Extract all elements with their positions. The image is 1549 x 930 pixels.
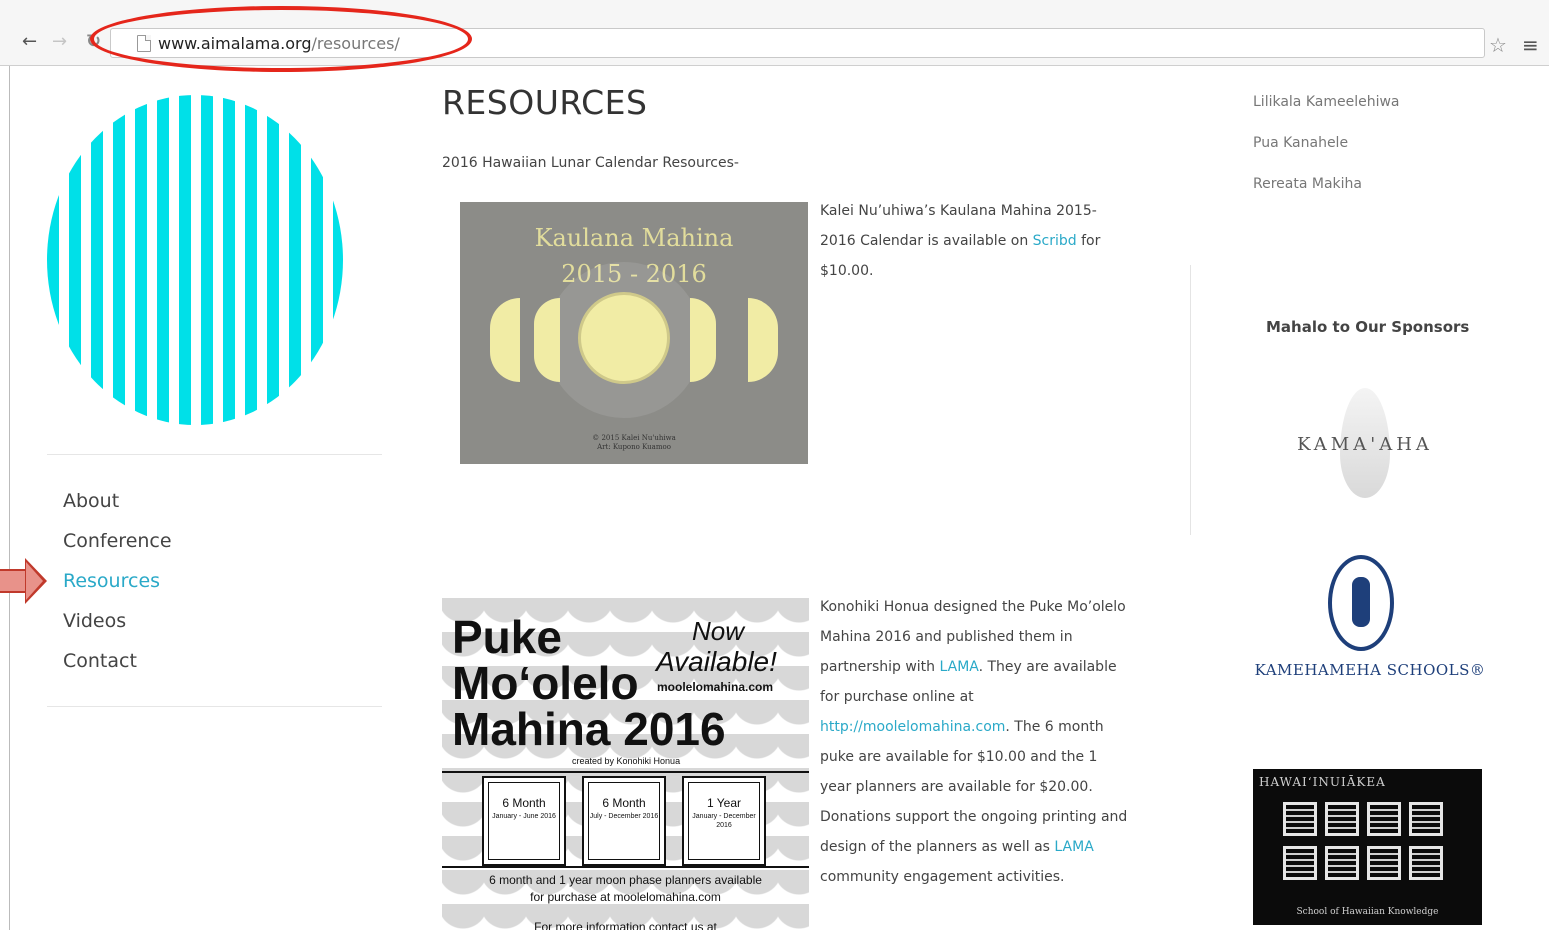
- puke-note: 6 month and 1 year moon phase planners a…: [442, 872, 809, 906]
- puke-available-label: Available!: [656, 646, 777, 677]
- puke-site-label: moolelomahina.com: [657, 680, 774, 694]
- note-line: 6 month and 1 year moon phase planners a…: [489, 873, 762, 887]
- person-link[interactable]: Lilikala Kameelehiwa: [1253, 90, 1400, 131]
- sponsor-logo-kamehameha[interactable]: KAMEHAMEHA SCHOOLS®: [1250, 555, 1490, 685]
- sidebar-divider: [47, 706, 382, 707]
- sponsor-logo-hawaiinuiakea[interactable]: HAWAIʻINUIĀKEA School of Hawaiian Knowle…: [1253, 769, 1482, 925]
- nav-label: Videos: [63, 610, 127, 632]
- nav-item-conference[interactable]: Conference: [63, 527, 172, 567]
- calendar-cover-image[interactable]: Kaulana Mahina 2015 - 2016 © 2015 Kalei …: [460, 202, 808, 464]
- moolelomahina-link[interactable]: http://moolelomahina.com: [820, 719, 1005, 735]
- desc-text: . The 6 month puke are available for $10…: [820, 719, 1128, 855]
- section-subtitle: 2016 Hawaiian Lunar Calendar Resources-: [442, 155, 739, 171]
- person-link[interactable]: Rereata Makiha: [1253, 172, 1400, 213]
- moon-crescent-icon: [534, 298, 560, 382]
- nav-item-contact[interactable]: Contact: [63, 647, 172, 687]
- url-highlight-annotation: [90, 6, 472, 72]
- sponsor-name: KAMEHAMEHA SCHOOLS®: [1254, 661, 1486, 679]
- sponsor-name: KAMA'AHA: [1297, 434, 1433, 455]
- sponsor-logo-kamaaha[interactable]: KAMA'AHA: [1290, 388, 1440, 503]
- puke-title-line: Mahina 2016: [452, 703, 726, 755]
- star-icon[interactable]: ☆: [1489, 33, 1507, 57]
- people-list: Lilikala Kameelehiwa Pua Kanahele Rereat…: [1253, 90, 1400, 213]
- divider: [442, 866, 809, 868]
- puke-info: For more information contact us at: [534, 920, 717, 930]
- moon-crescent-icon: [748, 298, 778, 382]
- puke-description: Konohiki Honua designed the Puke Mo’olel…: [820, 592, 1130, 892]
- nav-label: Resources: [63, 570, 161, 592]
- hamburger-menu-icon[interactable]: ≡: [1522, 33, 1539, 57]
- pattern-icon: [1279, 799, 1459, 887]
- puke-now-label: Now: [692, 616, 745, 646]
- moon-crescent-icon: [690, 298, 716, 382]
- scribd-link[interactable]: Scribd: [1033, 233, 1077, 249]
- pointer-arrow-annotation: [0, 558, 47, 604]
- puke-credit: created by Konohiki Honua: [572, 756, 681, 766]
- forward-arrow-icon[interactable]: →: [52, 32, 67, 52]
- nav-item-videos[interactable]: Videos: [63, 607, 172, 647]
- sidebar-divider: [47, 454, 382, 455]
- calendar-image-title: Kaulana Mahina: [534, 224, 734, 252]
- sponsors-heading: Mahalo to Our Sponsors: [1266, 318, 1470, 336]
- sponsor-name: HAWAIʻINUIĀKEA: [1259, 775, 1386, 789]
- nav-label: About: [63, 490, 120, 512]
- credit-line: © 2015 Kalei Nu'uhiwa: [592, 434, 676, 442]
- desc-text: community engagement activities.: [820, 869, 1065, 885]
- credit-line: Art: Kupono Kuamoo: [597, 443, 671, 451]
- page-title: RESOURCES: [442, 83, 648, 122]
- person-link[interactable]: Pua Kanahele: [1253, 131, 1400, 172]
- calendar-image-credit: © 2015 Kalei Nu'uhiwa Art: Kupono Kuamoo: [460, 434, 808, 452]
- full-moon-icon: [578, 292, 670, 384]
- puke-title-line: Mo‘olelo: [452, 657, 639, 709]
- sponsor-subtitle: School of Hawaiian Knowledge: [1296, 907, 1439, 917]
- moon-crescent-icon: [490, 298, 520, 382]
- site-logo[interactable]: [47, 95, 343, 425]
- nav-item-resources[interactable]: Resources: [63, 567, 172, 607]
- lama-link[interactable]: LAMA: [940, 659, 979, 675]
- planner-6-month-jan-jun: 6 Month January - June 2016: [482, 776, 566, 866]
- planner-6-month-jul-dec: 6 Month July - December 2016: [582, 776, 666, 866]
- nav-item-about[interactable]: About: [63, 487, 172, 527]
- planner-1-year: 1 Year January - December 2016: [682, 776, 766, 866]
- site-nav: About Conference Resources Videos Contac…: [63, 487, 172, 687]
- note-line: for purchase at moolelomahina.com: [530, 890, 721, 904]
- puke-title-line: Puke: [452, 611, 562, 663]
- column-divider: [1190, 265, 1191, 535]
- puke-moolelo-mahina-image[interactable]: Puke Mo‘olelo Mahina 2016 Now Available!…: [442, 598, 809, 930]
- divider: [442, 771, 809, 773]
- back-arrow-icon[interactable]: ←: [22, 32, 37, 52]
- nav-label: Conference: [63, 530, 172, 552]
- lama-link[interactable]: LAMA: [1054, 839, 1093, 855]
- window-edge: [9, 66, 10, 930]
- seal-icon: [1328, 555, 1394, 651]
- calendar-description: Kalei Nu’uhiwa’s Kaulana Mahina 2015-201…: [820, 196, 1120, 286]
- nav-label: Contact: [63, 650, 137, 672]
